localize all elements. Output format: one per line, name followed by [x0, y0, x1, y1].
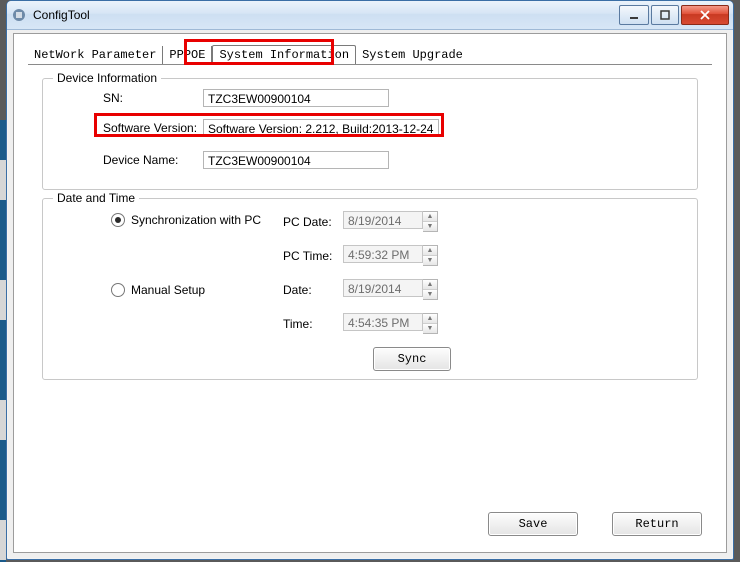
sn-label: SN: — [103, 91, 203, 105]
tab-system-upgrade[interactable]: System Upgrade — [356, 46, 469, 64]
device-information-group: Device Information SN: TZC3EW00900104 So… — [42, 78, 698, 190]
spin-down-icon[interactable]: ▼ — [423, 289, 437, 299]
software-version-field[interactable]: Software Version: 2.212, Build:2013-12-2… — [203, 119, 439, 137]
date-value: 8/19/2014 — [343, 279, 423, 297]
device-name-field[interactable]: TZC3EW00900104 — [203, 151, 389, 169]
tab-system-information[interactable]: System Information — [212, 45, 356, 65]
time-value: 4:54:35 PM — [343, 313, 423, 331]
radio-manual-setup-label: Manual Setup — [131, 283, 205, 297]
close-button[interactable] — [681, 5, 729, 25]
pc-date-spinner[interactable]: 8/19/2014 ▲▼ — [343, 211, 438, 232]
tab-network-parameter[interactable]: NetWork Parameter — [28, 46, 163, 64]
time-spinner[interactable]: 4:54:35 PM ▲▼ — [343, 313, 438, 334]
device-name-label: Device Name: — [103, 153, 203, 167]
device-information-legend: Device Information — [53, 71, 161, 85]
client-area: NetWork Parameter PPPOE System Informati… — [13, 33, 727, 553]
app-icon — [11, 7, 27, 23]
pc-date-label: PC Date: — [283, 215, 343, 229]
sync-button[interactable]: Sync — [373, 347, 451, 371]
spin-up-icon[interactable]: ▲ — [423, 246, 437, 255]
spin-up-icon[interactable]: ▲ — [423, 212, 437, 221]
radio-manual-setup[interactable]: Manual Setup — [111, 283, 205, 297]
tab-pppoe[interactable]: PPPOE — [163, 46, 212, 64]
tab-strip: NetWork Parameter PPPOE System Informati… — [28, 44, 469, 64]
pc-time-value: 4:59:32 PM — [343, 245, 423, 263]
date-and-time-legend: Date and Time — [53, 191, 139, 205]
spin-down-icon[interactable]: ▼ — [423, 221, 437, 231]
radio-sync-with-pc[interactable]: Synchronization with PC — [111, 213, 261, 227]
date-label: Date: — [283, 283, 343, 297]
radio-sync-with-pc-label: Synchronization with PC — [131, 213, 261, 227]
software-version-label: Software Version: — [103, 121, 203, 135]
sn-field[interactable]: TZC3EW00900104 — [203, 89, 389, 107]
pc-date-value: 8/19/2014 — [343, 211, 423, 229]
spin-up-icon[interactable]: ▲ — [423, 280, 437, 289]
spin-down-icon[interactable]: ▼ — [423, 323, 437, 333]
tab-underline — [28, 64, 712, 65]
config-tool-window: ConfigTool NetWork Parameter PPPOE Syste… — [6, 0, 734, 560]
time-label: Time: — [283, 317, 343, 331]
save-button[interactable]: Save — [488, 512, 578, 536]
window-title: ConfigTool — [33, 8, 619, 22]
maximize-button[interactable] — [651, 5, 679, 25]
return-button[interactable]: Return — [612, 512, 702, 536]
spin-up-icon[interactable]: ▲ — [423, 314, 437, 323]
date-and-time-group: Date and Time Synchronization with PC Ma… — [42, 198, 698, 380]
spin-down-icon[interactable]: ▼ — [423, 255, 437, 265]
date-spinner[interactable]: 8/19/2014 ▲▼ — [343, 279, 438, 300]
pc-time-label: PC Time: — [283, 249, 343, 263]
titlebar[interactable]: ConfigTool — [7, 1, 733, 30]
minimize-button[interactable] — [619, 5, 649, 25]
pc-time-spinner[interactable]: 4:59:32 PM ▲▼ — [343, 245, 438, 266]
